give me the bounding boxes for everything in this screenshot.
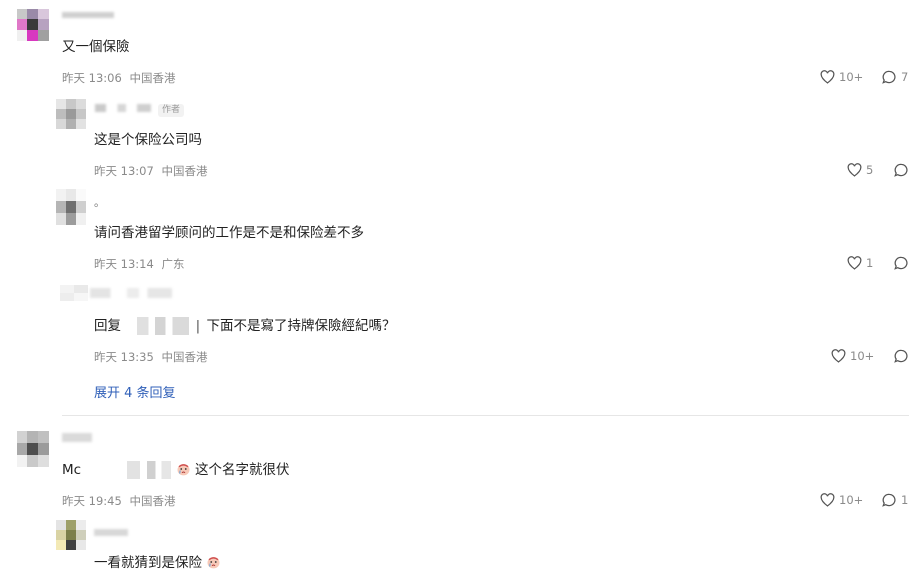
reply-text: 一看就猜到是保险: [94, 551, 221, 571]
author-badge: 作者: [158, 104, 185, 117]
comment-body: 这个名字就很伏: [194, 462, 290, 478]
reply-count: 7: [901, 70, 909, 84]
username-blurred[interactable]: [62, 433, 92, 442]
avatar[interactable]: [60, 285, 88, 301]
username-blurred[interactable]: [90, 288, 172, 298]
comment-time: 昨天 19:45: [62, 494, 122, 508]
comment-bubble-icon: [882, 493, 896, 507]
heart-icon: [820, 493, 835, 507]
reply-location: 中国香港: [161, 350, 208, 364]
mention-blurred[interactable]: [137, 317, 190, 335]
comment-bubble-icon: [894, 256, 908, 270]
comment-prefix: Mc: [62, 462, 82, 478]
comment-bubble-icon: [894, 163, 908, 177]
username-blurred[interactable]: [94, 529, 128, 536]
comment-location: 中国香港: [129, 71, 176, 85]
reply-button[interactable]: [894, 256, 909, 270]
reply-text: 请问香港留学顾问的工作是不是和保险差不多: [94, 225, 364, 241]
reply-prefix: 回复: [94, 318, 121, 334]
reply-button[interactable]: [894, 349, 909, 363]
reply-button[interactable]: 1: [882, 493, 908, 507]
reply-username[interactable]: 。: [94, 194, 105, 210]
comment-text: 又一個保險: [62, 39, 130, 55]
avatar[interactable]: [17, 431, 49, 467]
comment-location: 中国香港: [129, 494, 176, 508]
reply-button[interactable]: [894, 163, 909, 177]
reply-body: 下面不是寫了持牌保險經紀嗎？: [206, 318, 396, 334]
like-button[interactable]: 1: [847, 256, 873, 270]
reply-body: 一看就猜到是保险: [94, 555, 202, 571]
like-button[interactable]: 5: [847, 163, 873, 177]
like-count: 5: [866, 163, 874, 177]
like-button[interactable]: 10+: [820, 493, 863, 507]
reply-time: 昨天 13:35: [94, 350, 154, 364]
like-button[interactable]: 10+: [831, 349, 874, 363]
heart-icon: [831, 349, 846, 363]
reply-text: 回复 | 下面不是寫了持牌保險經紀嗎？: [94, 314, 395, 335]
reply-text: 这是个保险公司吗: [94, 132, 202, 148]
crying-face-emoji: [177, 464, 190, 476]
like-count: 1: [866, 256, 874, 270]
text-blurred: [127, 461, 172, 479]
comment-divider: [62, 415, 909, 416]
like-count: 10+: [850, 349, 875, 363]
reply-count: 1: [901, 493, 909, 507]
heart-icon: [847, 163, 862, 177]
username-blurred[interactable]: [62, 12, 114, 18]
avatar[interactable]: [56, 99, 86, 129]
reply-location: 广东: [161, 257, 185, 271]
avatar[interactable]: [17, 9, 49, 41]
reply-button[interactable]: 7: [882, 70, 908, 84]
username-blurred[interactable]: [95, 104, 151, 112]
like-count: 10+: [839, 70, 864, 84]
heart-icon: [820, 70, 835, 84]
like-button[interactable]: 10+: [820, 70, 863, 84]
reply-meta: 昨天 13:14 广东: [94, 256, 184, 272]
comment-meta: 昨天 19:45 中国香港: [62, 493, 175, 509]
reply-meta: 昨天 13:35 中国香港: [94, 349, 207, 365]
reply-time: 昨天 13:07: [94, 164, 154, 178]
comment-bubble-icon: [882, 70, 896, 84]
heart-icon: [847, 256, 862, 270]
reply-location: 中国香港: [161, 164, 208, 178]
reply-meta: 昨天 13:07 中国香港: [94, 163, 207, 179]
crying-face-emoji: [207, 557, 220, 569]
comment-meta: 昨天 13:06 中国香港: [62, 70, 175, 86]
avatar[interactable]: [56, 520, 86, 550]
like-count: 10+: [839, 493, 864, 507]
avatar[interactable]: [56, 189, 86, 225]
comment-bubble-icon: [894, 349, 908, 363]
comment-text: Mc 这个名字就很伏: [62, 458, 289, 479]
reply-time: 昨天 13:14: [94, 257, 154, 271]
comment-time: 昨天 13:06: [62, 71, 122, 85]
expand-replies-link[interactable]: 展开 4 条回复: [94, 382, 176, 401]
mention-cursor: |: [195, 318, 201, 334]
